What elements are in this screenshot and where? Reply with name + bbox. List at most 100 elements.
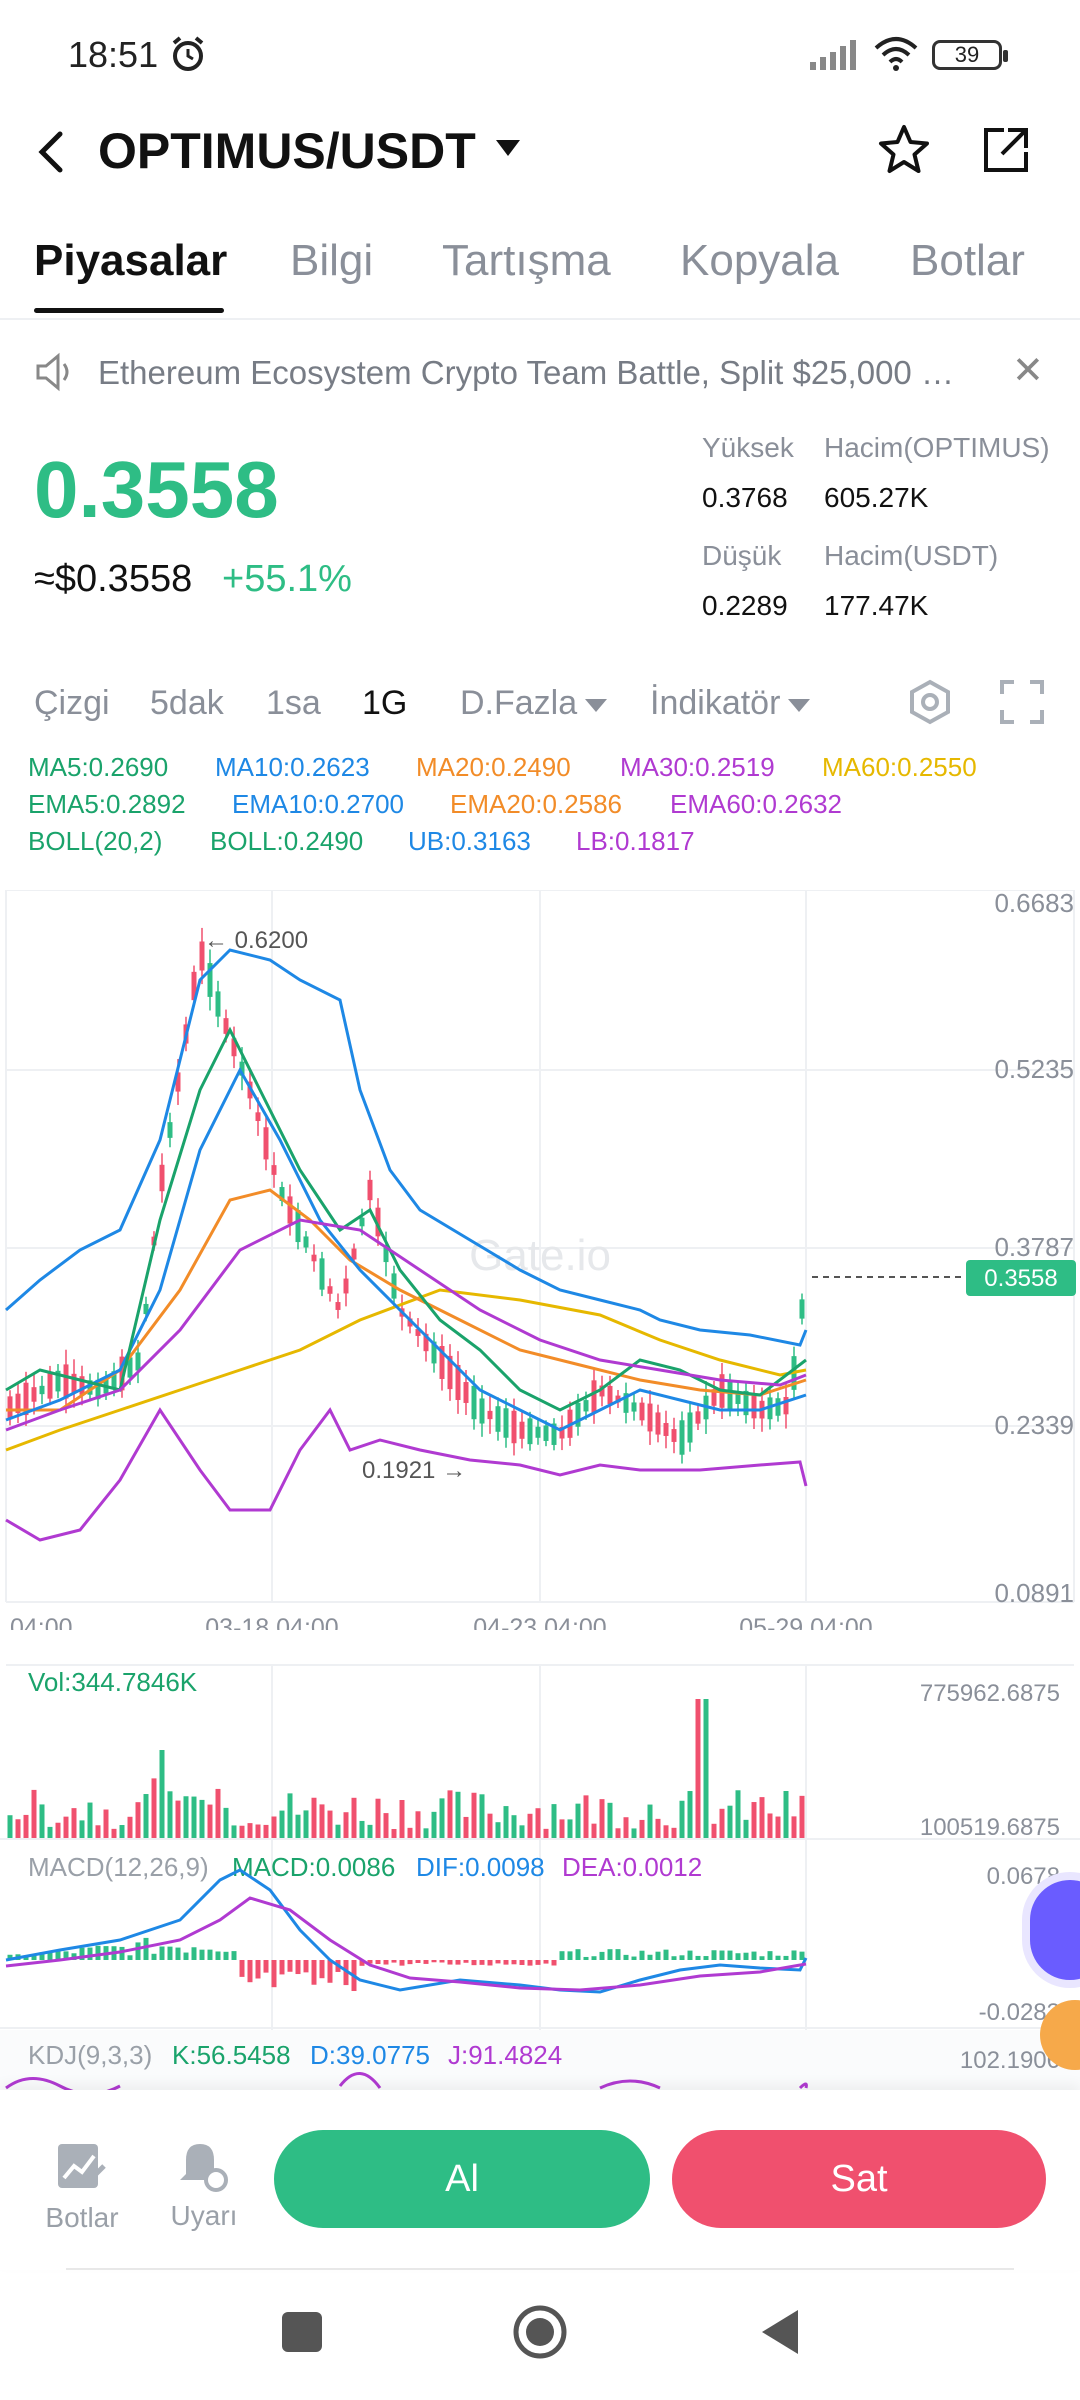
candle-body	[495, 1406, 501, 1432]
share-icon[interactable]	[978, 122, 1034, 178]
boll-upper-line	[5, 948, 808, 1347]
macd-bar	[631, 1956, 637, 1960]
caret-down-icon[interactable]	[494, 138, 522, 158]
macd-chart[interactable]: MACD(12,26,9) MACD:0.0086 DIF:0.0098 DEA…	[0, 1840, 1080, 2030]
volume-bar	[743, 1819, 749, 1839]
kdj-chart[interactable]: KDJ(9,3,3) K:56.5458 D:39.0775 J:91.4824…	[0, 2030, 1080, 2090]
candle-body	[351, 1248, 357, 1260]
star-icon[interactable]	[876, 122, 932, 178]
watermark: Gate.io	[469, 1231, 611, 1280]
candle-body	[303, 1236, 309, 1248]
volume-bar	[575, 1803, 581, 1839]
current-price-tag: 0.3558	[984, 1265, 1057, 1292]
tool-more[interactable]: D.Fazla	[460, 684, 608, 723]
volume-bar	[447, 1790, 453, 1839]
tab-discussion[interactable]: Tartışma	[442, 236, 611, 286]
home-button[interactable]	[512, 2304, 568, 2360]
high-value: 0.3768	[702, 482, 788, 513]
macd-bar	[623, 1954, 629, 1960]
macd-bar	[511, 1960, 517, 1965]
macd-bar	[463, 1960, 469, 1963]
y-tick-5: 0.0891	[994, 1578, 1074, 1608]
candle-body	[527, 1418, 533, 1445]
settings-hex-icon[interactable]	[906, 678, 954, 726]
tool-indicator-label: İndikatör	[650, 684, 781, 722]
volume-bar	[407, 1827, 413, 1839]
macd-bar	[199, 1949, 205, 1960]
macd-bar	[95, 1945, 101, 1960]
macd-bar	[383, 1960, 389, 1965]
candle-body	[319, 1258, 325, 1290]
tab-markets[interactable]: Piyasalar	[34, 236, 227, 286]
candle-body	[271, 1165, 277, 1175]
tool-indicator[interactable]: İndikatör	[650, 684, 811, 723]
tool-1h[interactable]: 1sa	[266, 684, 321, 723]
candle-body	[167, 1122, 173, 1138]
ema10-value: EMA10:0.2700	[232, 789, 405, 819]
tab-info[interactable]: Bilgi	[290, 236, 373, 286]
candle-body	[295, 1209, 301, 1243]
macd-bar	[679, 1955, 685, 1960]
pair-title[interactable]: OPTIMUS/USDT	[98, 122, 476, 180]
macd-bar	[487, 1960, 493, 1966]
volume-bar	[511, 1815, 517, 1839]
candle-body	[583, 1400, 589, 1412]
macd-bar	[743, 1952, 749, 1960]
macd-bar	[535, 1960, 541, 1965]
tab-copy[interactable]: Kopyala	[680, 236, 839, 286]
tab-bots[interactable]: Botlar	[910, 236, 1025, 286]
macd-value: MACD:0.0086	[232, 1852, 395, 1882]
volume-bar	[279, 1810, 285, 1839]
ema60-value: EMA60:0.2632	[670, 789, 843, 819]
tool-1d[interactable]: 1G	[362, 684, 407, 723]
tool-5min[interactable]: 5dak	[150, 684, 224, 723]
speaker-icon	[36, 352, 69, 392]
volume-bar	[215, 1788, 221, 1839]
candle-body	[159, 1164, 165, 1192]
volume-bars	[7, 1699, 805, 1839]
boll-lb-value: LB:0.1817	[576, 826, 695, 856]
volume-bar	[535, 1808, 541, 1839]
candle-body	[487, 1410, 493, 1420]
tool-line[interactable]: Çizgi	[34, 684, 110, 723]
candle-body	[367, 1179, 373, 1201]
ma60-value: MA60:0.2550	[822, 752, 977, 782]
macd-histogram	[7, 1937, 805, 1992]
bots-button[interactable]: Botlar	[34, 2140, 130, 2240]
volume-bar	[47, 1826, 53, 1839]
kdj-k-value: K:56.5458	[172, 2040, 291, 2070]
volume-bar	[487, 1813, 493, 1839]
volume-bar	[631, 1828, 637, 1839]
y-tick-4: 0.2339	[994, 1410, 1074, 1440]
macd-bar	[127, 1955, 133, 1960]
volume-bar	[367, 1824, 373, 1839]
candle-body	[135, 1352, 141, 1371]
macd-bar	[687, 1950, 693, 1960]
candlestick-chart[interactable]: Gate.io 0.6683 0.5235 0.3787 0.2339 0.08…	[0, 890, 1080, 1630]
volume-bar	[503, 1806, 509, 1839]
volume-bar	[663, 1825, 669, 1839]
candle-body	[591, 1380, 597, 1414]
system-back-button[interactable]	[758, 2308, 802, 2356]
volume-chart[interactable]: Vol:344.7846K 775962.6875 100519.6875	[0, 1655, 1080, 1840]
volume-bar	[479, 1794, 485, 1839]
recent-apps-button[interactable]	[282, 2312, 322, 2352]
back-arrow-icon[interactable]	[28, 124, 78, 180]
volume-bar	[95, 1825, 101, 1839]
close-icon[interactable]: ✕	[1012, 348, 1044, 393]
volume-bar	[391, 1828, 397, 1839]
volume-bar	[311, 1797, 317, 1839]
alerts-button[interactable]: Uyarı	[156, 2140, 252, 2240]
volume-bar	[55, 1822, 61, 1839]
ema20-value: EMA20:0.2586	[450, 789, 623, 819]
buy-button[interactable]: Al	[274, 2130, 650, 2228]
kdj-d-value: D:39.0775	[310, 2040, 430, 2070]
ma20-value: MA20:0.2490	[416, 752, 571, 782]
candle-body	[639, 1402, 645, 1421]
sell-button[interactable]: Sat	[672, 2130, 1046, 2228]
volume-bar	[639, 1819, 645, 1839]
fullscreen-icon[interactable]	[998, 678, 1046, 726]
candle-body	[503, 1408, 509, 1438]
announcement-text[interactable]: Ethereum Ecosystem Crypto Team Battle, S…	[98, 354, 978, 392]
macd-bar	[423, 1960, 429, 1964]
